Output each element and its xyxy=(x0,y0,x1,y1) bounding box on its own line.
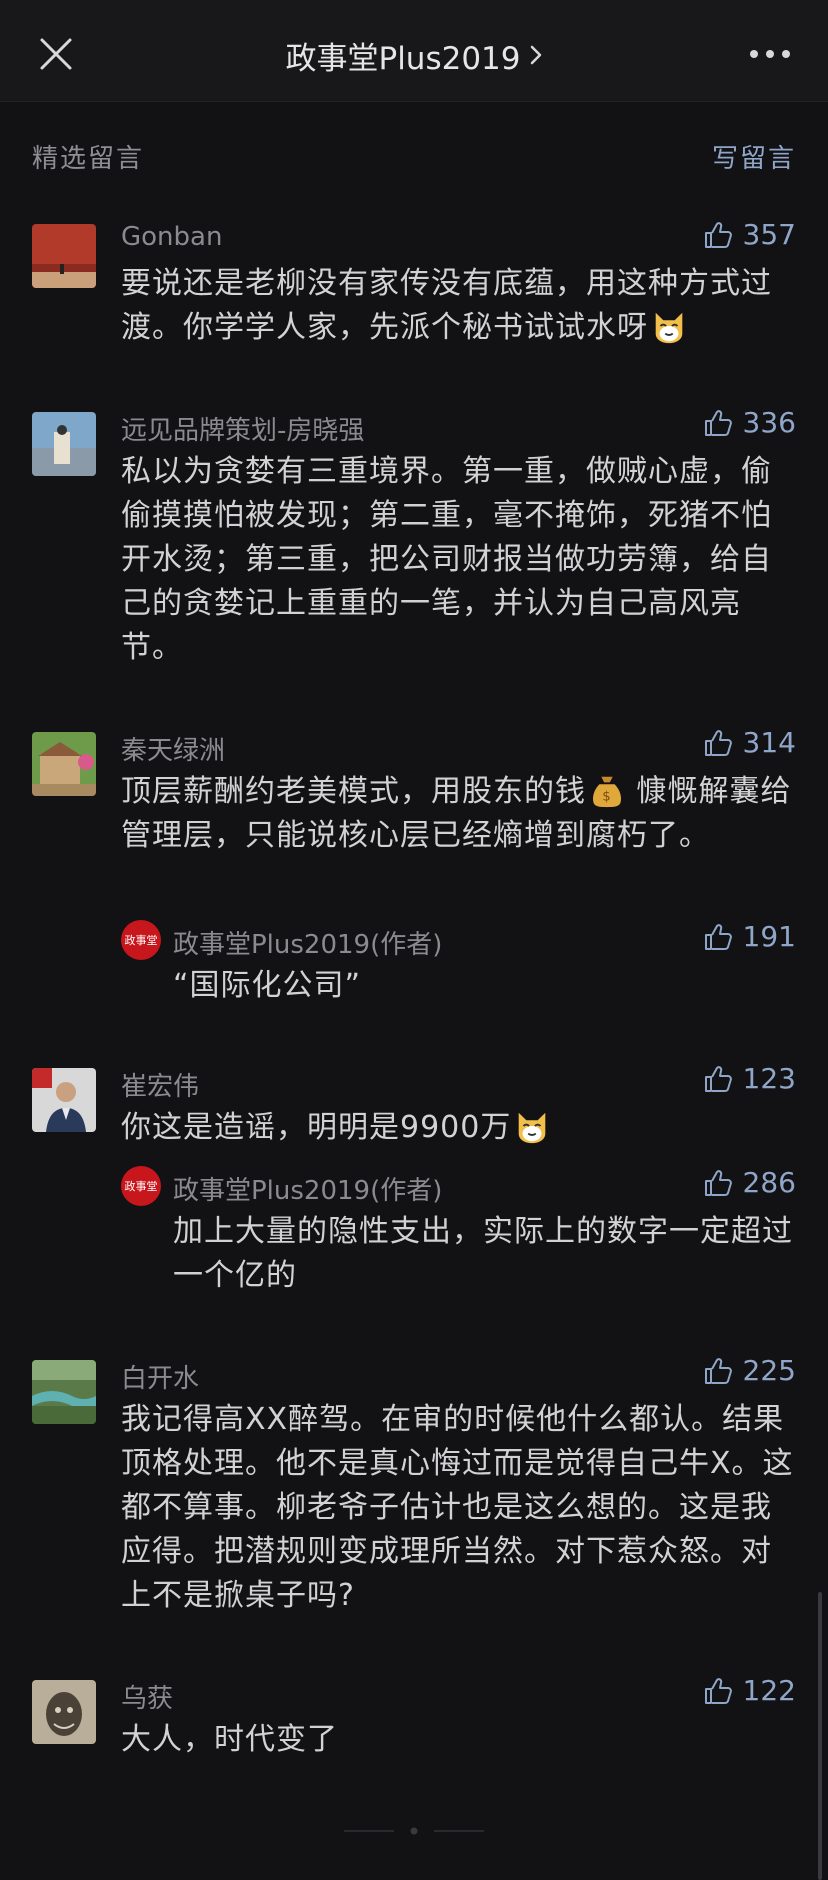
write-comment-link[interactable]: 写留言 xyxy=(712,138,796,175)
thumbs-up-icon xyxy=(704,1169,732,1196)
svg-text:$: $ xyxy=(602,789,611,804)
reply-text: “国际化公司” xyxy=(173,968,362,1003)
commenter-name: 远见品牌策划-房晓强 xyxy=(121,416,365,446)
reply-author-name: 政事堂Plus2019(作者) xyxy=(173,930,443,960)
comment-text-body: 你这是造谣，明明是9900万 xyxy=(121,1110,512,1145)
section-header: 精选留言 写留言 xyxy=(32,138,796,178)
like-count: 314 xyxy=(742,726,796,759)
reply-text: 加上大量的隐性支出，实际上的数字一定超过一个亿的 xyxy=(173,1214,793,1293)
like-button[interactable]: 122 xyxy=(703,1674,796,1707)
page-indicator xyxy=(344,1827,484,1835)
more-icon[interactable] xyxy=(748,48,792,60)
like-count: 122 xyxy=(742,1674,796,1707)
like-button[interactable]: 314 xyxy=(703,726,796,759)
thumbs-up-icon xyxy=(704,1357,732,1384)
commenter-name: 崔宏伟 xyxy=(121,1072,200,1102)
comment-text: 要说还是老柳没有家传没有底蕴，用这种方式过渡。你学学人家，先派个秘书试试水呀 xyxy=(121,262,801,350)
like-button[interactable]: 191 xyxy=(703,920,796,953)
like-count: 286 xyxy=(742,1166,796,1199)
scrollbar[interactable] xyxy=(818,1592,822,1880)
thumbs-up-icon xyxy=(704,729,732,756)
thumbs-up-icon xyxy=(704,923,732,950)
like-button[interactable]: 225 xyxy=(703,1354,796,1387)
comment-text-before: 顶层薪酬约老美模式，用股东的钱 xyxy=(121,774,586,809)
avatar[interactable] xyxy=(32,1680,96,1744)
page-title[interactable]: 政事堂Plus2019 xyxy=(286,33,521,78)
like-count: 357 xyxy=(742,218,796,251)
cat-emoji-icon xyxy=(655,312,683,344)
thumbs-up-icon xyxy=(704,1677,732,1704)
like-count: 123 xyxy=(742,1062,796,1095)
thumbs-up-icon xyxy=(704,1065,732,1092)
author-avatar[interactable]: 政事堂 xyxy=(121,920,161,960)
avatar[interactable] xyxy=(32,1360,96,1424)
thumbs-up-icon xyxy=(704,409,732,436)
reply-author-name: 政事堂Plus2019(作者) xyxy=(173,1176,443,1206)
like-count: 225 xyxy=(742,1354,796,1387)
like-count: 336 xyxy=(742,406,796,439)
commenter-name: 白开水 xyxy=(121,1364,200,1394)
avatar[interactable] xyxy=(32,224,96,288)
like-count: 191 xyxy=(742,920,796,953)
like-button[interactable]: 123 xyxy=(703,1062,796,1095)
thumbs-up-icon xyxy=(704,221,732,248)
comment-text: 私以为贪婪有三重境界。第一重，做贼心虚，偷偷摸摸怕被发现；第二重，毫不掩饰，死猪… xyxy=(121,454,772,665)
money-bag-emoji-icon: $ xyxy=(592,776,622,808)
comment-text: 顶层薪酬约老美模式，用股东的钱 $ 慷慨解囊给管理层，只能说核心层已经熵增到腐朽… xyxy=(121,770,801,858)
comment-text: 大人，时代变了 xyxy=(121,1722,338,1757)
like-button[interactable]: 286 xyxy=(703,1166,796,1199)
chevron-right-icon xyxy=(530,45,541,65)
comment-text: 你这是造谣，明明是9900万 xyxy=(121,1106,801,1150)
section-title: 精选留言 xyxy=(32,144,145,174)
like-button[interactable]: 336 xyxy=(703,406,796,439)
title-wrap[interactable]: 政事堂Plus2019 xyxy=(0,33,828,78)
author-avatar[interactable]: 政事堂 xyxy=(121,1166,161,1206)
avatar[interactable] xyxy=(32,1068,96,1132)
avatar[interactable] xyxy=(32,732,96,796)
cat-emoji-icon xyxy=(519,1112,546,1144)
commenter-name: Gonban xyxy=(121,222,223,252)
avatar[interactable] xyxy=(32,412,96,476)
commenter-name: 乌获 xyxy=(121,1684,174,1714)
top-bar: 政事堂Plus2019 xyxy=(0,0,828,102)
like-button[interactable]: 357 xyxy=(703,218,796,251)
comment-text: 我记得高XX醉驾。在审的时候他什么都认。结果顶格处理。他不是真心悔过而是觉得自己… xyxy=(121,1402,794,1613)
commenter-name: 秦天绿洲 xyxy=(121,736,226,766)
